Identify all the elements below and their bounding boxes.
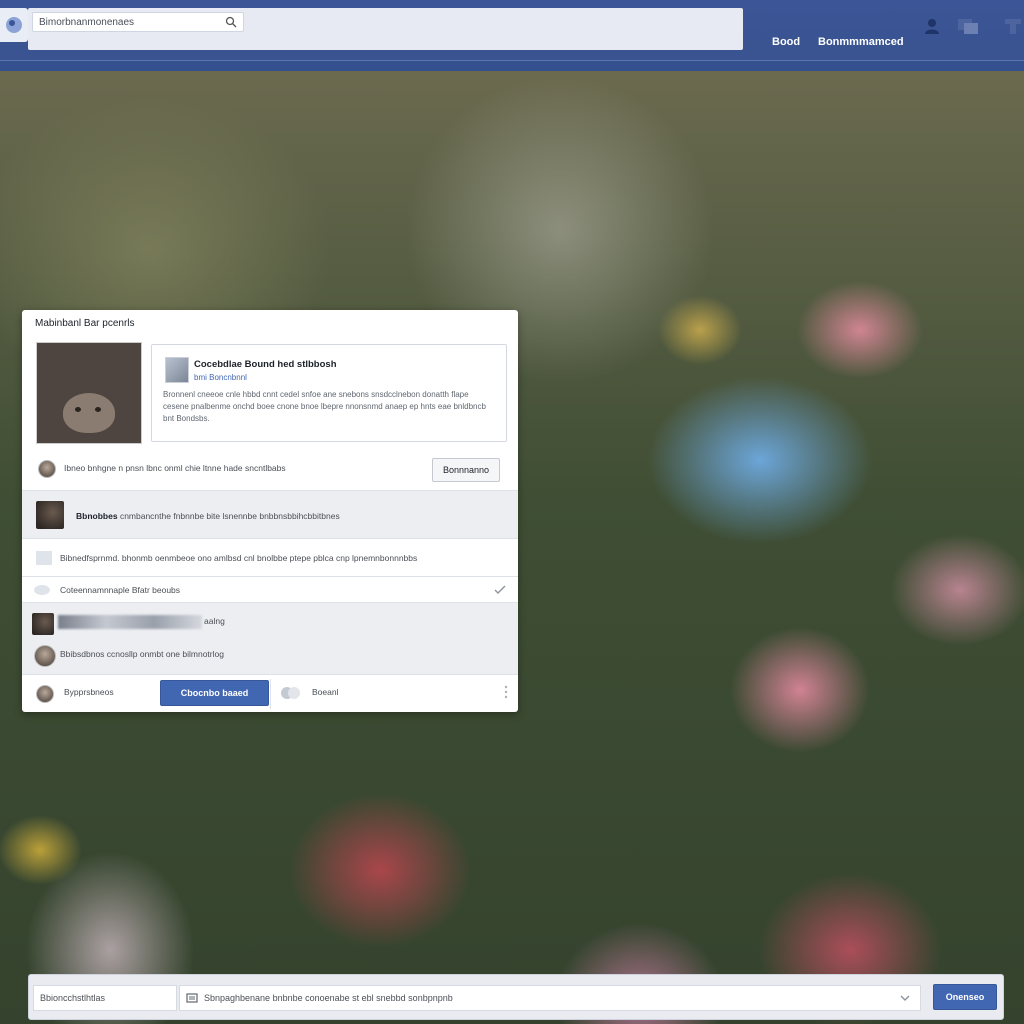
- list-item[interactable]: Coteennamnnaple Bfatr beoubs: [22, 576, 518, 602]
- search-area: Bimorbnanmonenaes: [28, 8, 743, 50]
- avatar: [38, 460, 56, 478]
- top-navigation-bar: Bimorbnanmonenaes Bood Bonmmmamced: [0, 0, 1024, 71]
- search-input-text: Bimorbnanmonenaes: [39, 17, 135, 28]
- list-item[interactable]: Bibnedfsprnmd. bhonmb oenmbeoe ono amlbs…: [22, 538, 518, 576]
- dialog-title: Mabinbanl Bar pcenrls: [35, 318, 135, 329]
- group-icon[interactable]: [280, 685, 302, 701]
- composer-input[interactable]: Sbnpaghbenane bnbnbe conoenabe st ebl sn…: [179, 985, 921, 1011]
- composer-bar: Bbioncchstlhtlas Sbnpaghbenane bnbnbe co…: [28, 974, 1004, 1020]
- attachment-icon[interactable]: [186, 993, 198, 1003]
- preview-subtitle[interactable]: bmi Boncnbnnl: [194, 373, 247, 382]
- avatar: [36, 685, 54, 703]
- search-icon[interactable]: [225, 16, 237, 28]
- messages-icon[interactable]: [956, 16, 980, 36]
- check-icon[interactable]: [494, 585, 506, 595]
- divider: [270, 679, 271, 709]
- item-text: Bbibsdbnos ccnosllp onmbt one bilmnotrlo…: [60, 649, 224, 659]
- comment-text: Ibneo bnhgne n pnsn lbnc onml chie ltnne…: [64, 463, 286, 473]
- composer-input-text: Sbnpaghbenane bnbnbe conoenabe st ebl sn…: [204, 993, 453, 1003]
- post-button[interactable]: Onenseo: [933, 984, 997, 1010]
- cat-eye: [95, 407, 101, 412]
- item-icon: [36, 551, 52, 565]
- app-logo[interactable]: [0, 8, 28, 42]
- list-item[interactable]: Bbnobbes cnmbancnthe fnbnnbe bite lsnenn…: [22, 490, 518, 538]
- composer-audience[interactable]: Bbioncchstlhtlas: [33, 985, 177, 1011]
- cat-eye: [75, 407, 81, 412]
- avatar: [34, 645, 56, 667]
- preview-title: Cocebdlae Bound hed stlbbosh: [194, 359, 337, 370]
- item-text: cnmbancnthe fnbnnbe bite lsnennbe bnbbns…: [119, 511, 340, 521]
- item-text: aalng: [204, 616, 225, 626]
- preview-body: Bronnenl cneeoe cnle hbbd cnnt cedel snf…: [163, 390, 486, 423]
- top-strip: [0, 60, 1024, 71]
- list-item[interactable]: aalng Bbibsdbnos ccnosllp onmbt one bilm…: [22, 602, 518, 674]
- share-dialog: Mabinbanl Bar pcenrls Cocebdlae Bound he…: [22, 310, 518, 712]
- item-thumbnail: [36, 501, 64, 529]
- comment-button[interactable]: Bonnnanno: [432, 458, 500, 482]
- notifications-icon[interactable]: [1002, 16, 1024, 36]
- chevron-down-icon[interactable]: [900, 994, 910, 1002]
- nav-link-community[interactable]: Bonmmmamced: [818, 36, 904, 48]
- friends-icon[interactable]: [922, 16, 942, 36]
- footer-label: Bypprsbneos: [64, 687, 114, 697]
- cat-photo[interactable]: [36, 342, 142, 444]
- primary-button[interactable]: Cbocnbo baaed: [160, 680, 269, 706]
- logo-icon: [6, 17, 22, 33]
- redacted-bar: [58, 615, 202, 629]
- more-options-icon[interactable]: [504, 685, 508, 699]
- cat-head: [63, 393, 115, 433]
- nav-link-home[interactable]: Bood: [772, 36, 800, 48]
- comment-row: Ibneo bnhgne n pnsn lbnc onml chie ltnne…: [22, 452, 518, 490]
- item-icon: [34, 585, 50, 595]
- item-thumbnail: [32, 613, 54, 635]
- link-preview[interactable]: Cocebdlae Bound hed stlbbosh bmi Boncnbn…: [151, 344, 507, 442]
- item-text: Bibnedfsprnmd. bhonmb oenmbeoe ono amlbs…: [60, 553, 418, 563]
- item-text: Coteennamnnaple Bfatr beoubs: [60, 585, 181, 595]
- item-author: Bbnobbes: [76, 511, 118, 521]
- dialog-footer: Bypprsbneos Cbocnbo baaed Boeanl: [22, 674, 518, 712]
- secondary-label[interactable]: Boeanl: [312, 687, 338, 697]
- search-input[interactable]: Bimorbnanmonenaes: [32, 12, 244, 32]
- preview-thumbnail: [165, 357, 189, 383]
